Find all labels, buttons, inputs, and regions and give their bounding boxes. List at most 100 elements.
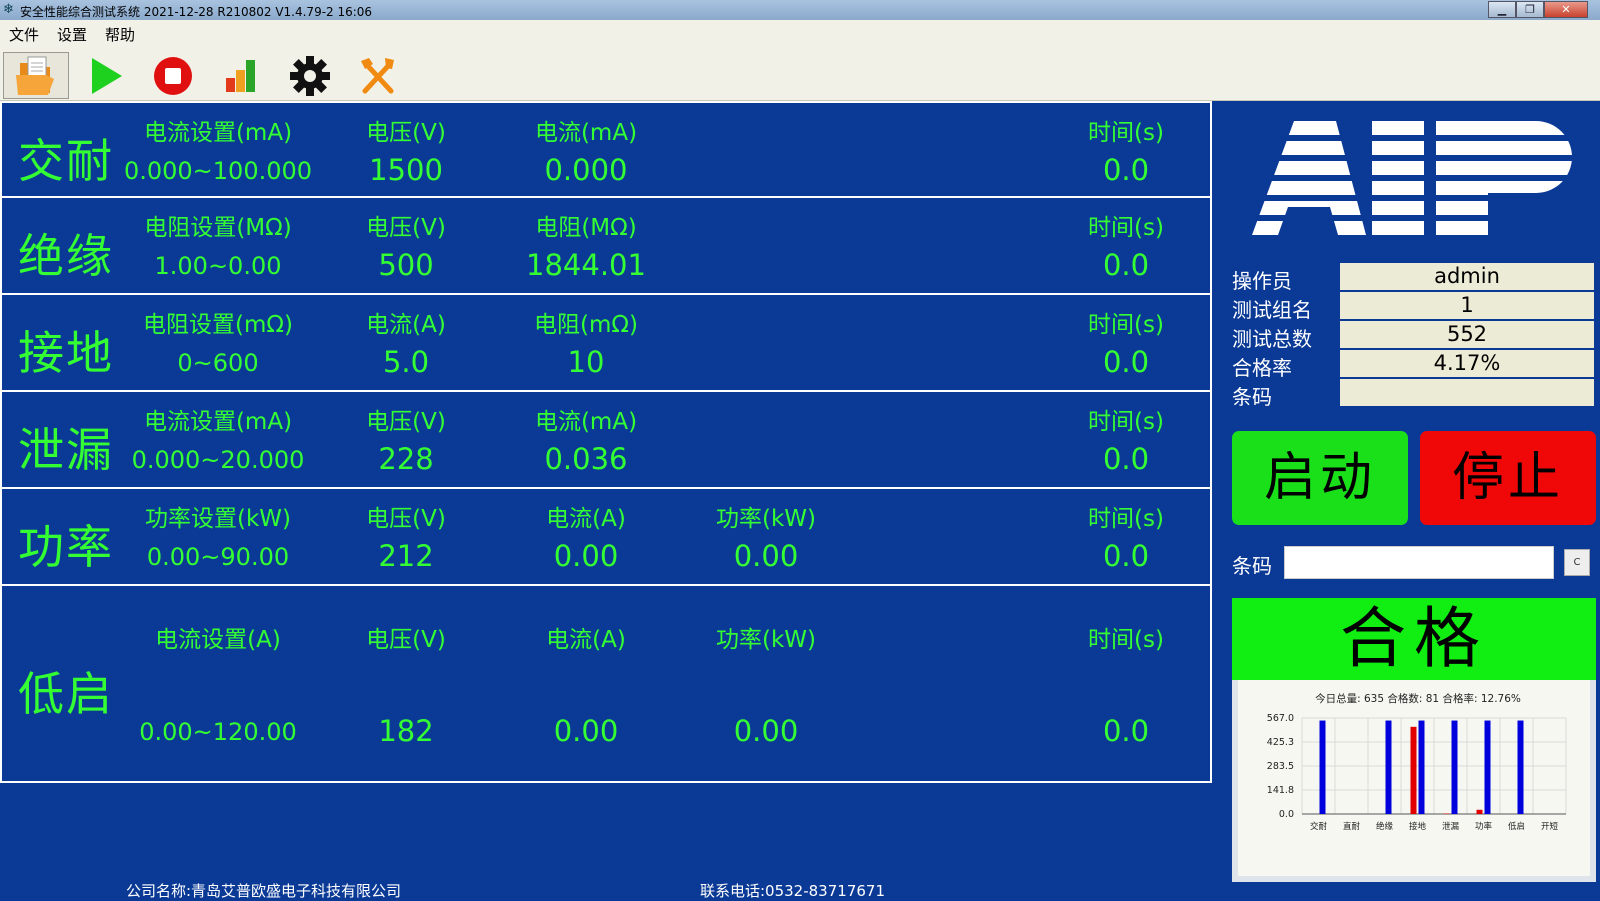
menu-bar: 文件 设置 帮助 — [0, 20, 1600, 49]
cell-1: 电压(V) 182 — [306, 620, 506, 748]
cell-1: 电压(V) 1500 — [306, 113, 506, 187]
daily-chart-svg: 今日总量: 635 合格数: 81 合格率: 12.76% 567.0 425.3… — [1267, 692, 1567, 832]
play-icon — [92, 57, 122, 94]
chart-bar — [1484, 720, 1491, 814]
cell-setting: 电阻设置(MΩ) 1.00~0.00 — [118, 208, 318, 280]
minimize-button[interactable]: ▁ — [1488, 1, 1516, 18]
x-tick-label: 功率 — [1475, 821, 1493, 832]
stop-icon — [154, 56, 192, 95]
chart-bar — [1385, 720, 1392, 814]
chart-bar — [1476, 809, 1483, 814]
cell-2: 电阻(MΩ) 1844.01 — [486, 208, 686, 282]
column-header: 时间(s) — [1088, 627, 1164, 653]
chart-bar — [1418, 720, 1425, 814]
y-tick-label: 425.3 — [1267, 737, 1294, 748]
column-header: 时间(s) — [1088, 506, 1164, 532]
start-button[interactable]: 启动 — [1232, 431, 1408, 525]
cell-time: 时间(s) 0.0 — [1026, 113, 1226, 187]
column-header: 电压(V) — [366, 627, 446, 653]
cell-2: 电流(A) 0.00 — [486, 499, 686, 573]
column-header: 时间(s) — [1088, 215, 1164, 241]
x-tick-label: 直耐 — [1343, 821, 1361, 832]
x-tick-label: 开短 — [1541, 821, 1559, 832]
test-name: 低启 — [18, 667, 114, 721]
cell-2: 电流(mA) 0.000 — [486, 113, 686, 187]
cell-setting: 电阻设置(mΩ) 0~600 — [118, 305, 318, 377]
cell-1: 电流(A) 5.0 — [306, 305, 506, 379]
cell-2: 电流(mA) 0.036 — [486, 402, 686, 476]
cell-value: 0.0 — [1102, 714, 1150, 748]
cell-value: 0.000~100.000 — [123, 157, 313, 185]
cell-setting: 电流设置(mA) 0.000~100.000 — [118, 113, 318, 185]
column-header: 电阻(MΩ) — [535, 215, 637, 241]
group-name-value: 1 — [1340, 292, 1594, 319]
column-header: 电流设置(mA) — [143, 409, 293, 435]
pass-rate-label: 合格率 — [1232, 356, 1292, 380]
column-header: 功率(kW) — [715, 506, 816, 532]
tools-icon — [361, 57, 394, 93]
menu-help[interactable]: 帮助 — [96, 24, 144, 45]
test-row-ground: 接地 电阻设置(mΩ) 0~600 电流(A) 5.0 电阻(mΩ) 10 时间… — [0, 295, 1212, 392]
stop-button[interactable]: 停止 — [1420, 431, 1596, 525]
test-name: 交耐 — [18, 134, 114, 188]
operator-label: 操作员 — [1232, 269, 1292, 293]
cell-1: 电压(V) 212 — [306, 499, 506, 573]
menu-settings[interactable]: 设置 — [48, 24, 96, 45]
chart-y-axis: 567.0 425.3 283.5 141.8 0.0 — [1267, 713, 1294, 820]
chart-grid — [1301, 717, 1567, 815]
cell-value: 5.0 — [382, 345, 430, 379]
cell-value: 0.0 — [1102, 248, 1150, 282]
cell-time: 时间(s) 0.0 — [1026, 499, 1226, 573]
test-name: 功率 — [18, 520, 114, 574]
status-panel: 操作员 admin 测试组名 1 测试总数 552 合格率 4.17% 条码 启… — [1214, 101, 1600, 900]
cell-2: 电阻(mΩ) 10 — [486, 305, 686, 379]
cell-value: 0.00 — [553, 539, 619, 573]
company-name: 公司名称:青岛艾普欧盛电子科技有限公司 — [126, 882, 402, 900]
barcode-input[interactable] — [1284, 546, 1554, 579]
cell-value: 0.0 — [1102, 345, 1150, 379]
y-tick-label: 283.5 — [1267, 761, 1294, 772]
column-header: 电流设置(mA) — [143, 120, 293, 146]
cell-value: 0.0 — [1102, 539, 1150, 573]
cell-value: 1500 — [369, 153, 443, 187]
chart-bar — [1410, 726, 1417, 814]
chart-bar — [1517, 720, 1524, 814]
run-button[interactable] — [73, 52, 139, 99]
statistics-button[interactable] — [208, 52, 274, 99]
window-title: 安全性能综合测试系统 2021-12-28 R210802 V1.4.79-2 … — [20, 5, 373, 19]
open-button[interactable] — [3, 52, 69, 99]
column-header: 电流设置(A) — [155, 627, 281, 653]
cell-value: 182 — [378, 714, 434, 748]
tools-button[interactable] — [345, 52, 411, 99]
column-header: 电阻设置(mΩ) — [143, 312, 293, 338]
test-row-insulation: 绝缘 电阻设置(MΩ) 1.00~0.00 电压(V) 500 电阻(MΩ) 1… — [0, 198, 1212, 295]
cell-2: 电流(A) 0.00 — [486, 620, 686, 748]
window-controls: ▁ ❐ ✕ — [1488, 1, 1588, 18]
total-count-value: 552 — [1340, 321, 1594, 348]
cell-value: 0.000 — [544, 153, 628, 187]
cell-value: 1.00~0.00 — [154, 252, 282, 280]
barcode-clear-button[interactable]: C — [1564, 549, 1590, 576]
x-tick-label: 交耐 — [1310, 821, 1328, 832]
close-button[interactable]: ✕ — [1544, 1, 1588, 18]
column-header: 电流(mA) — [534, 409, 638, 435]
column-header: 电压(V) — [366, 120, 446, 146]
cell-value: 0.0 — [1102, 153, 1150, 187]
stop-button-toolbar[interactable] — [140, 52, 206, 99]
chart-bar — [1319, 720, 1326, 814]
cell-value: 0.000~20.000 — [131, 446, 305, 474]
test-name: 绝缘 — [18, 229, 114, 283]
column-header: 电阻(mΩ) — [534, 312, 638, 338]
test-name: 泄漏 — [18, 423, 114, 477]
cell-value: 0.00 — [733, 714, 799, 748]
y-tick-label: 567.0 — [1267, 713, 1294, 724]
cell-time: 时间(s) 0.0 — [1026, 305, 1226, 379]
cell-value: 500 — [378, 248, 434, 282]
restore-button[interactable]: ❐ — [1516, 1, 1544, 18]
test-row-ac-withstand: 交耐 电流设置(mA) 0.000~100.000 电压(V) 1500 电流(… — [0, 101, 1212, 198]
settings-button[interactable] — [277, 52, 343, 99]
test-row-power: 功率 功率设置(kW) 0.00~90.00 电压(V) 212 电流(A) 0… — [0, 489, 1212, 586]
menu-file[interactable]: 文件 — [0, 24, 48, 45]
barcode-label: 条码 — [1232, 554, 1272, 578]
barcode-info-label: 条码 — [1232, 385, 1272, 409]
